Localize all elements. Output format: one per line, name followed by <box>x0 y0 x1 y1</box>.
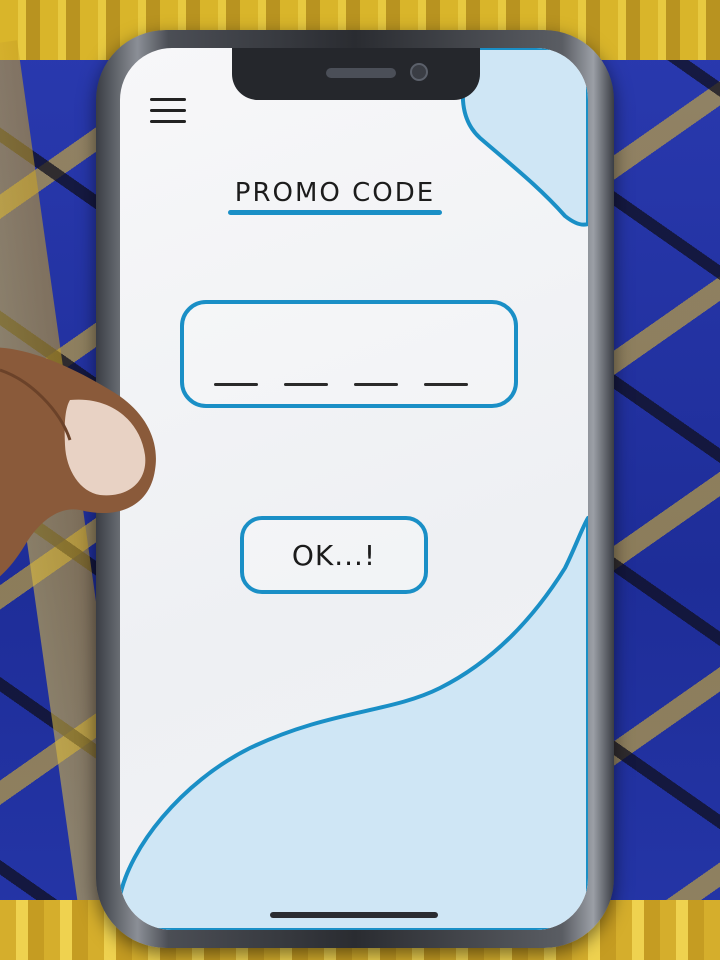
promo-slot <box>214 383 258 386</box>
promo-slot <box>424 383 468 386</box>
title-underline <box>228 210 442 215</box>
hamburger-menu-icon[interactable] <box>150 96 188 128</box>
page-title: PROMO CODE <box>234 178 436 208</box>
phone-screen: PROMO CODE OK...! <box>120 48 588 930</box>
speaker-grille <box>326 68 396 78</box>
promo-code-input[interactable] <box>180 300 518 408</box>
front-camera-icon <box>410 63 428 81</box>
home-indicator <box>270 912 438 918</box>
promo-slot <box>354 383 398 386</box>
ok-button-label: OK...! <box>291 538 377 572</box>
phone-notch <box>232 48 480 100</box>
thumb-hand <box>0 347 156 577</box>
promo-slot <box>284 383 328 386</box>
promo-code-slots <box>214 383 468 386</box>
ok-button[interactable]: OK...! <box>240 516 428 594</box>
